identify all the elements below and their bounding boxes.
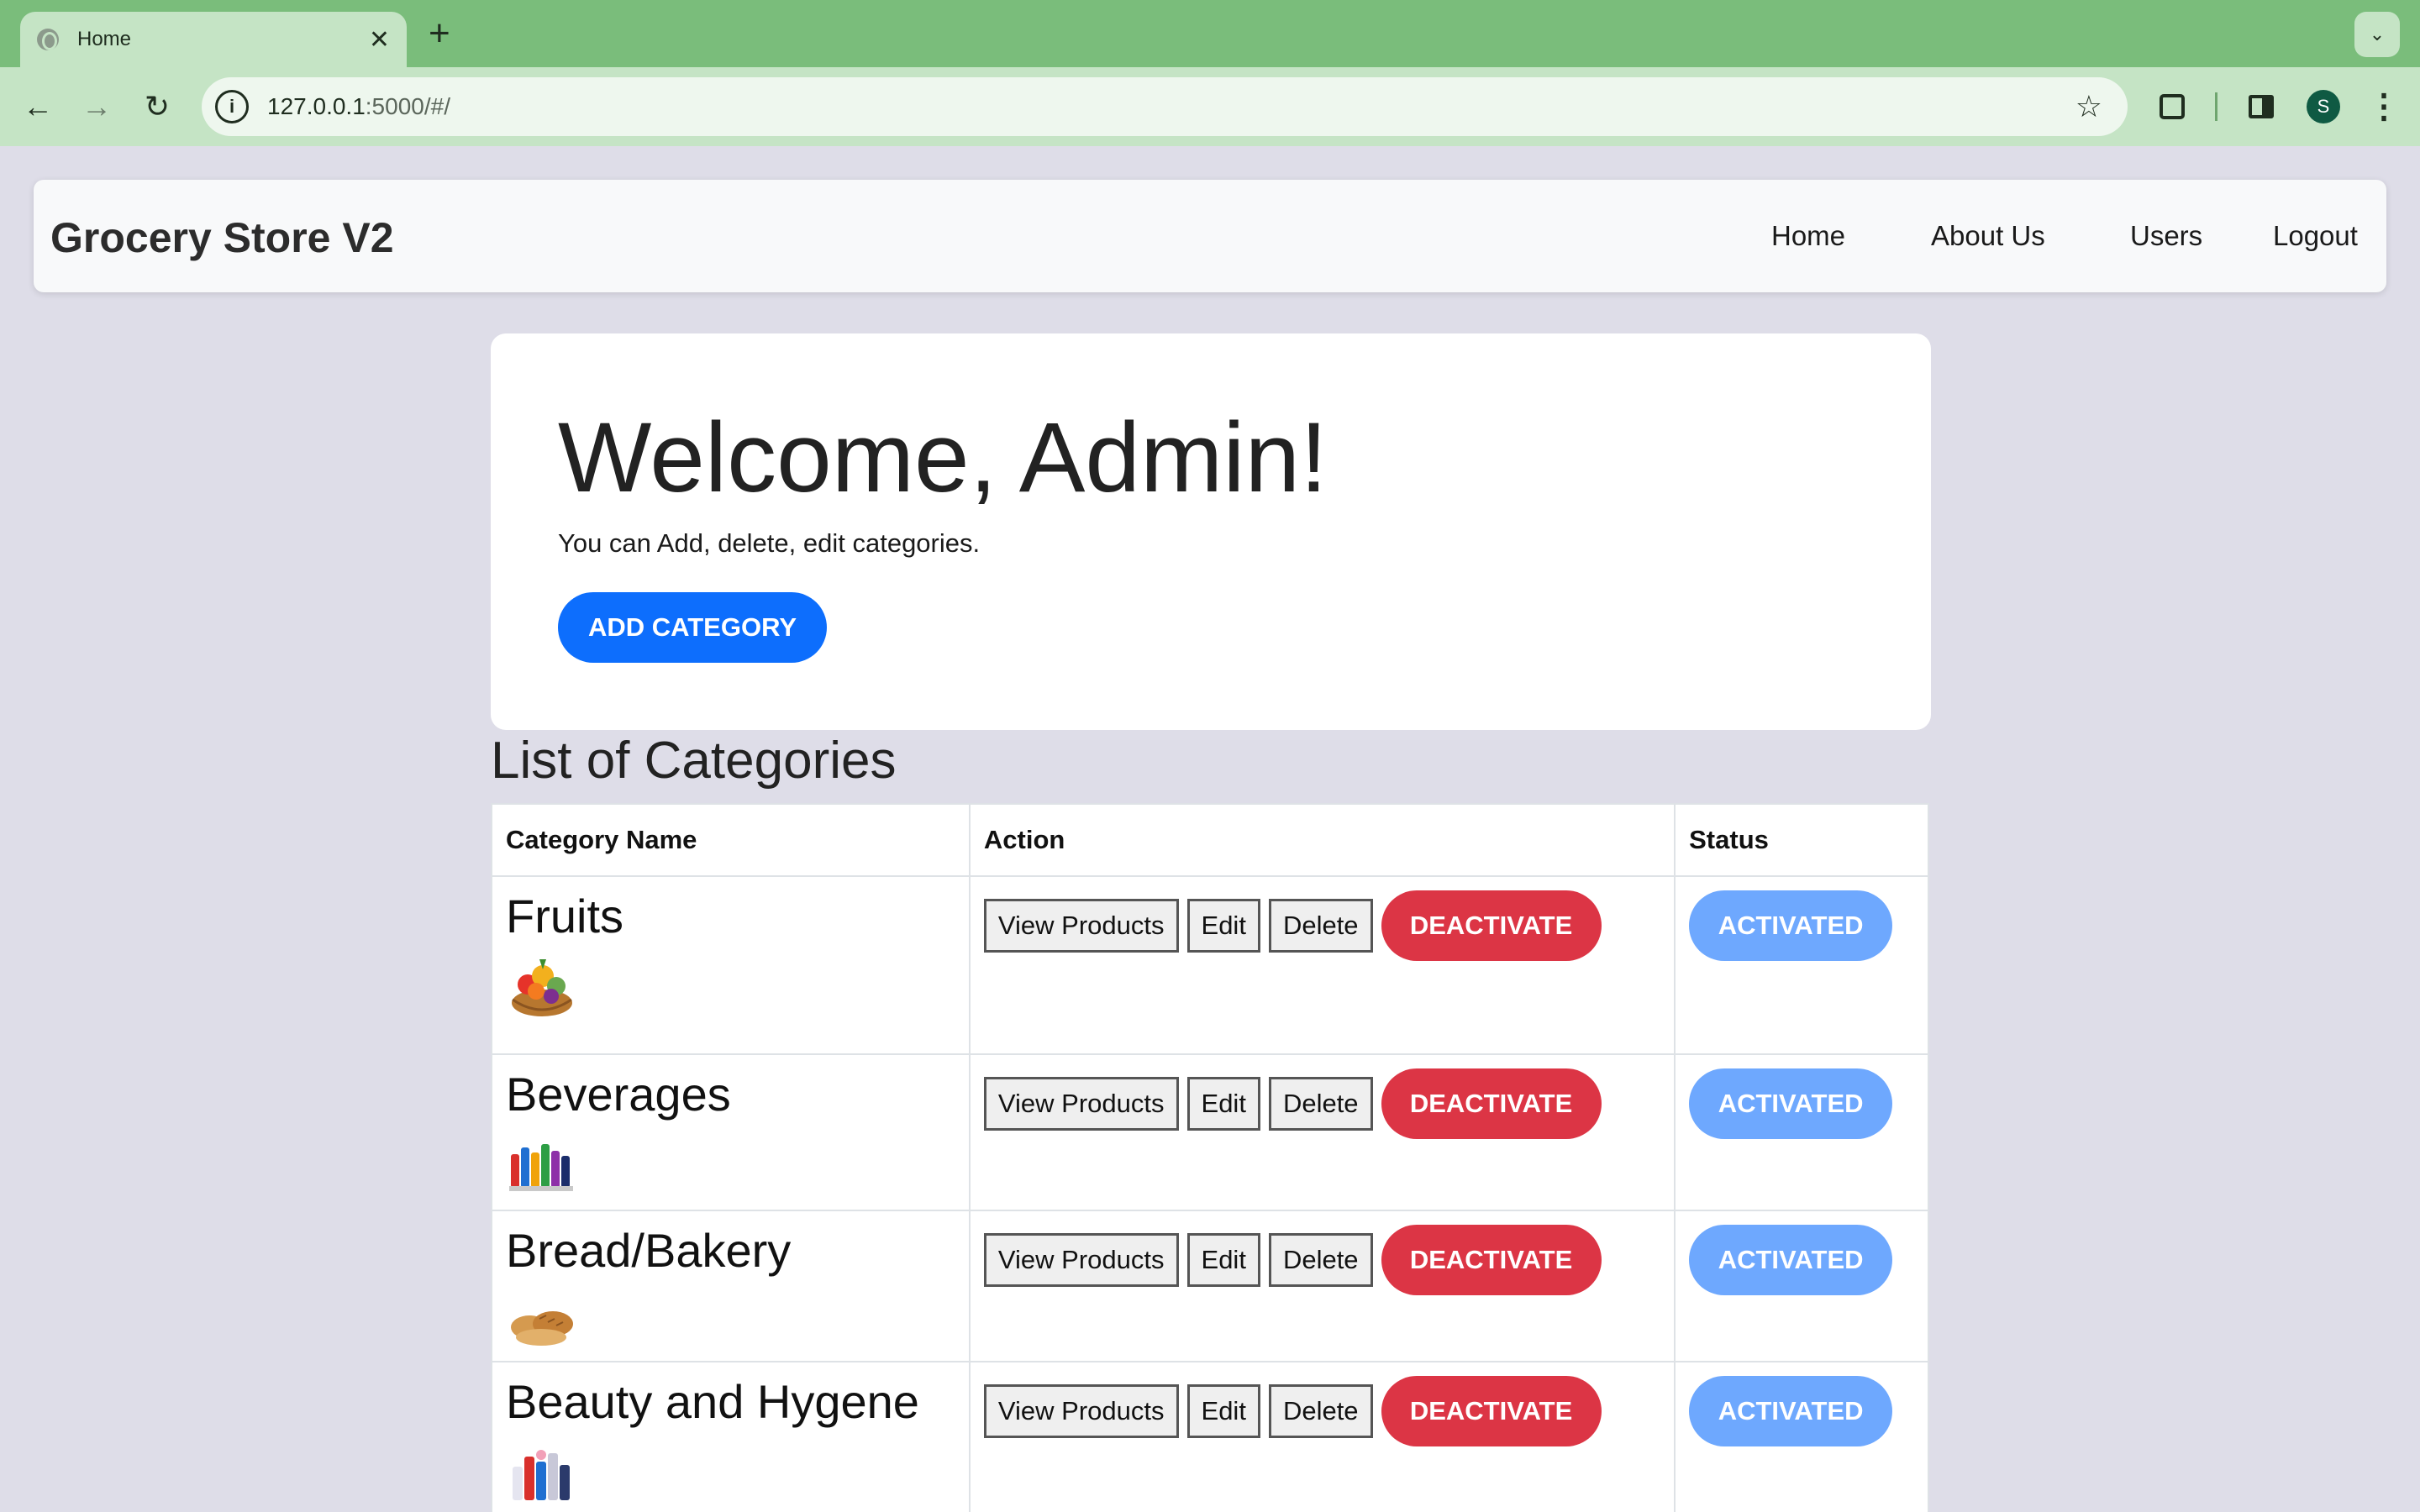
edit-button[interactable]: Edit xyxy=(1186,1233,1260,1287)
site-info-icon[interactable]: i xyxy=(215,90,249,123)
toiletries-image xyxy=(513,1449,570,1500)
side-panel-button[interactable] xyxy=(2240,86,2282,128)
row-actions: View Products Edit Delete DEACTIVATE xyxy=(983,1225,1660,1295)
status-badge[interactable]: ACTIVATED xyxy=(1689,890,1893,961)
delete-button[interactable]: Delete xyxy=(1268,1233,1373,1287)
tab-title: Home xyxy=(77,28,132,50)
action-cell: View Products Edit Delete DEACTIVATE xyxy=(968,1361,1676,1512)
view-products-button[interactable]: View Products xyxy=(983,1077,1179,1131)
category-cell: Bread/Bakery xyxy=(491,1210,971,1362)
status-cell: ACTIVATED xyxy=(1674,1361,1929,1512)
status-cell: ACTIVATED xyxy=(1674,1053,1929,1211)
table-row: Fruits View Products Edit Delete DEACTIV… xyxy=(491,875,1929,1055)
app-navbar: Grocery Store V2 Home About Us Users Log… xyxy=(34,180,2386,292)
view-products-button[interactable]: View Products xyxy=(983,1233,1179,1287)
row-actions: View Products Edit Delete DEACTIVATE xyxy=(983,1068,1660,1139)
reload-icon[interactable]: ↻ xyxy=(136,86,178,128)
edit-button[interactable]: Edit xyxy=(1186,1077,1260,1131)
column-header-category-name: Category Name xyxy=(491,803,971,877)
browser-tab[interactable]: Home ✕ xyxy=(20,12,407,67)
add-category-button[interactable]: ADD CATEGORY xyxy=(558,592,827,663)
table-row: Beauty and Hygene View Products Edit Del… xyxy=(491,1361,1929,1512)
status-badge[interactable]: ACTIVATED xyxy=(1689,1225,1893,1295)
browser-chrome: Home ✕ + ⌄ ← → ↻ i 127.0.0.1:5000/#/ ☆ S… xyxy=(0,0,2420,146)
table-row: Bread/Bakery View Products Edit Delete D… xyxy=(491,1210,1929,1362)
avatar: S xyxy=(2307,90,2340,123)
address-bar[interactable]: i 127.0.0.1:5000/#/ ☆ xyxy=(202,77,2128,136)
deactivate-button[interactable]: DEACTIVATE xyxy=(1381,1068,1602,1139)
edit-button[interactable]: Edit xyxy=(1186,1384,1260,1438)
nav-link-logout[interactable]: Logout xyxy=(2273,220,2358,252)
nav-link-about-us[interactable]: About Us xyxy=(1931,220,2045,252)
category-name: Beauty and Hygene xyxy=(506,1375,919,1428)
table-header-row: Category Name Action Status xyxy=(491,803,1929,877)
table-row: Beverages View Products Edit Delete DEAC… xyxy=(491,1053,1929,1211)
categories-table: Category Name Action Status Fruits View … xyxy=(491,803,1929,1512)
url-text[interactable]: 127.0.0.1:5000/#/ xyxy=(267,93,450,120)
puzzle-icon xyxy=(2160,94,2185,119)
delete-button[interactable]: Delete xyxy=(1268,1384,1373,1438)
browser-menu-icon[interactable]: ⋮ xyxy=(2363,86,2405,128)
fruit-basket-image xyxy=(512,958,572,1016)
forward-arrow-icon[interactable]: → xyxy=(76,86,118,128)
deactivate-button[interactable]: DEACTIVATE xyxy=(1381,1225,1602,1295)
column-header-action: Action xyxy=(968,803,1676,877)
category-cell: Fruits xyxy=(491,875,971,1055)
edit-button[interactable]: Edit xyxy=(1186,899,1260,953)
url-path: :5000/#/ xyxy=(365,93,450,119)
url-host: 127.0.0.1 xyxy=(267,93,366,119)
extensions-button[interactable] xyxy=(2151,86,2193,128)
action-cell: View Products Edit Delete DEACTIVATE xyxy=(968,1053,1676,1211)
status-cell: ACTIVATED xyxy=(1674,1210,1929,1362)
category-cell: Beverages xyxy=(491,1053,971,1211)
delete-button[interactable]: Delete xyxy=(1268,899,1373,953)
toolbar-divider xyxy=(2215,92,2217,121)
action-cell: View Products Edit Delete DEACTIVATE xyxy=(968,1210,1676,1362)
profile-button[interactable]: S xyxy=(2302,86,2344,128)
welcome-card: Welcome, Admin! You can Add, delete, edi… xyxy=(491,333,1931,730)
back-arrow-icon[interactable]: ← xyxy=(17,86,59,128)
new-tab-button[interactable]: + xyxy=(429,13,450,54)
nav-link-users[interactable]: Users xyxy=(2130,220,2202,252)
page-title: Welcome, Admin! xyxy=(558,402,1328,513)
nav-link-home[interactable]: Home xyxy=(1771,220,1845,252)
view-products-button[interactable]: View Products xyxy=(983,1384,1179,1438)
status-cell: ACTIVATED xyxy=(1674,875,1929,1055)
bread-image xyxy=(511,1310,573,1346)
status-badge[interactable]: ACTIVATED xyxy=(1689,1068,1893,1139)
categories-heading: List of Categories xyxy=(491,732,897,790)
bookmark-star-icon[interactable]: ☆ xyxy=(2075,89,2102,124)
deactivate-button[interactable]: DEACTIVATE xyxy=(1381,1376,1602,1446)
bottles-image xyxy=(509,1143,573,1191)
category-name: Fruits xyxy=(506,890,623,942)
view-products-button[interactable]: View Products xyxy=(983,899,1179,953)
category-name: Beverages xyxy=(506,1068,731,1121)
action-cell: View Products Edit Delete DEACTIVATE xyxy=(968,875,1676,1055)
column-header-status: Status xyxy=(1674,803,1929,877)
browser-toolbar: ← → ↻ i 127.0.0.1:5000/#/ ☆ S ⋮ xyxy=(0,67,2420,146)
category-cell: Beauty and Hygene xyxy=(491,1361,971,1512)
welcome-subtitle: You can Add, delete, edit categories. xyxy=(558,528,981,558)
deactivate-button[interactable]: DEACTIVATE xyxy=(1381,890,1602,961)
side-panel-icon xyxy=(2249,95,2274,118)
brand-title[interactable]: Grocery Store V2 xyxy=(50,213,394,262)
category-name: Bread/Bakery xyxy=(506,1224,792,1277)
delete-button[interactable]: Delete xyxy=(1268,1077,1373,1131)
status-badge[interactable]: ACTIVATED xyxy=(1689,1376,1893,1446)
tab-search-button[interactable]: ⌄ xyxy=(2354,12,2400,57)
row-actions: View Products Edit Delete DEACTIVATE xyxy=(983,1376,1660,1446)
row-actions: View Products Edit Delete DEACTIVATE xyxy=(983,890,1660,961)
close-tab-icon[interactable]: ✕ xyxy=(369,25,390,55)
globe-icon xyxy=(37,29,59,50)
